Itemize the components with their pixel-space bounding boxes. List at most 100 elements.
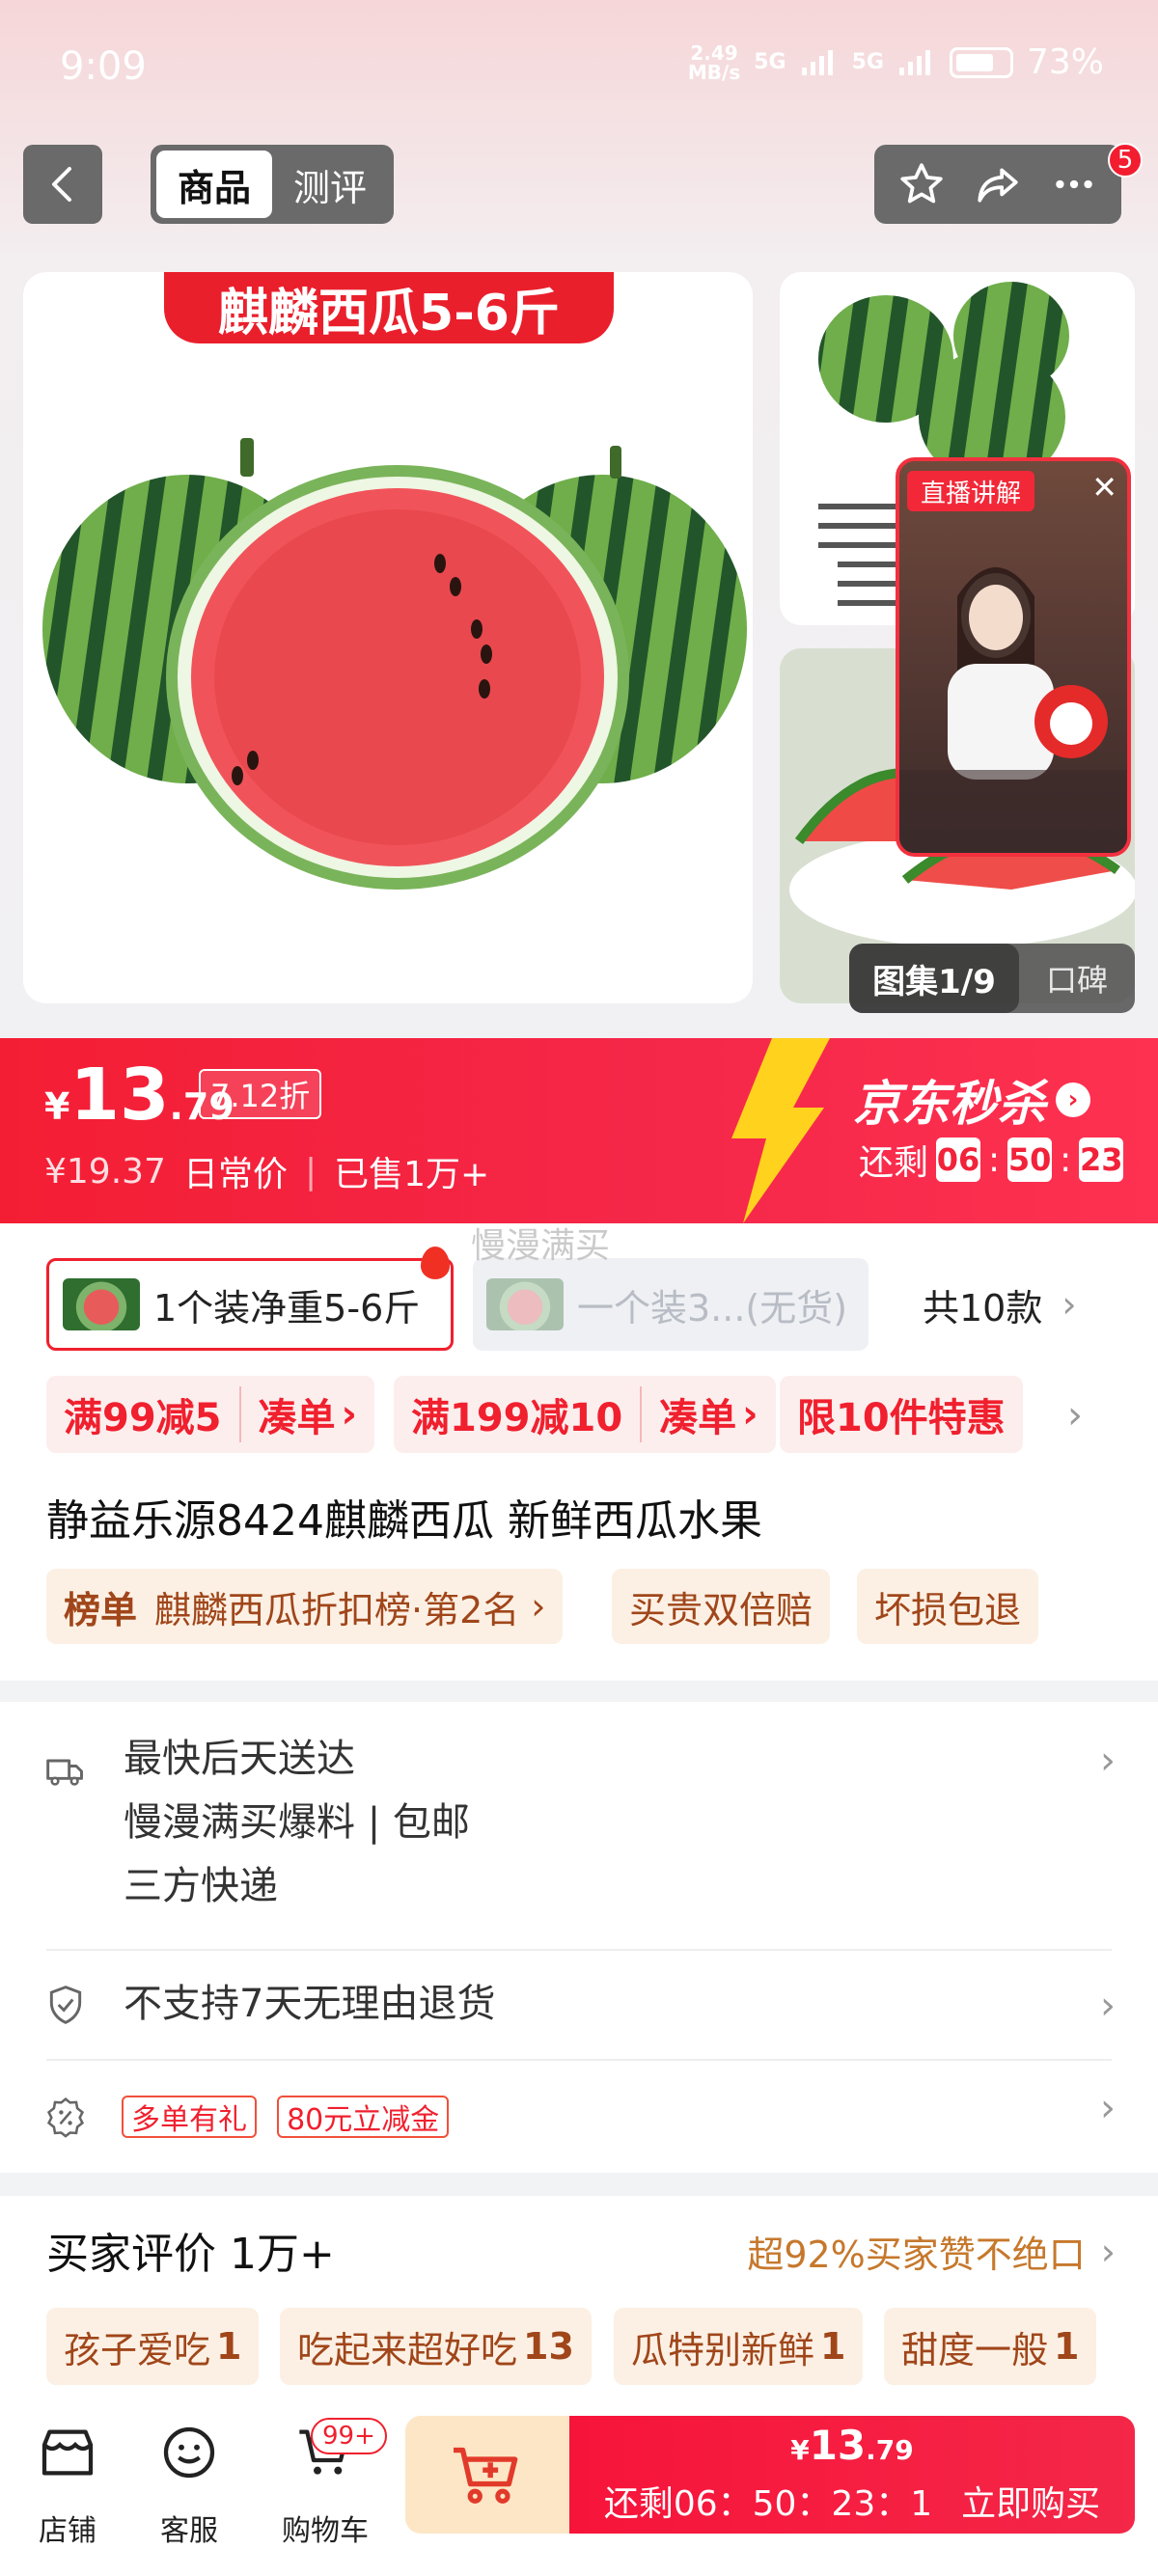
header-tabs: 商品 测评 — [151, 145, 394, 224]
coupon-row[interactable]: 多单有礼 80元立减金 › — [0, 2082, 1158, 2159]
promo-chip-1[interactable]: 满99减5 凑单 › — [46, 1376, 374, 1453]
guarantee-chip-2[interactable]: 坏损包退 — [857, 1569, 1039, 1644]
share-icon[interactable] — [974, 160, 1022, 208]
add-to-cart-button[interactable] — [405, 2416, 569, 2534]
discount-icon — [46, 2097, 85, 2138]
divider: | — [304, 1151, 317, 1192]
chevron-right-icon: › — [1062, 1283, 1077, 1326]
price-integer: 13 — [69, 1054, 170, 1137]
network-speed: 2.49 MB/s — [687, 41, 741, 84]
section-gap — [0, 1681, 1158, 1702]
buy-now-button[interactable]: ¥13.79 还剩06：50：23：1 立即购买 — [569, 2416, 1135, 2534]
price-meta: ¥19.37 日常价 | 已售1万+ — [44, 1146, 489, 1196]
ranking-chip[interactable]: 榜单 麒麟西瓜折扣榜·第2名 › — [46, 1569, 564, 1644]
tab-product[interactable]: 商品 — [156, 151, 272, 218]
chevron-right-icon: › — [341, 1392, 357, 1437]
image-counter: 图集1/9 — [849, 944, 1019, 1013]
chevron-right-icon: › — [1100, 1739, 1116, 1783]
promo-action: 凑单 — [258, 1396, 336, 1440]
product-title: 静益乐源8424麒麟西瓜 新鲜西瓜水果 — [46, 1496, 762, 1546]
chevron-right-icon[interactable]: › — [1067, 1393, 1083, 1438]
reviews-praise-link[interactable]: 超92%买家赞不绝口 › — [747, 2225, 1116, 2278]
variant-all[interactable]: 共10款 › — [888, 1258, 1110, 1351]
review-tag-count: 1 — [820, 2325, 846, 2368]
more-icon[interactable] — [1050, 160, 1098, 208]
presenter-image — [899, 567, 1127, 853]
buy-countdown: 还剩06：50：23：1 — [603, 2484, 933, 2524]
customer-service-button[interactable]: 客服 — [131, 2422, 247, 2549]
review-tag-1[interactable]: 孩子爱吃 1 — [46, 2308, 260, 2385]
ranking-label: 榜单 — [64, 1588, 138, 1631]
variant-option-2[interactable]: 一个装3...(无货) — [473, 1258, 868, 1351]
variant-label: 一个装3...(无货) — [577, 1286, 848, 1329]
service-label: 客服 — [160, 2514, 218, 2548]
truck-icon — [46, 1759, 83, 1786]
variant-option-1[interactable]: 1个装净重5-6斤 — [46, 1258, 454, 1351]
chevron-right-icon: › — [1100, 1984, 1116, 2028]
reviews-tab[interactable]: 口碑 — [1019, 956, 1135, 1000]
header-actions — [874, 145, 1121, 224]
delivery-carrier: 三方快递 — [124, 1864, 278, 1908]
star-icon[interactable] — [897, 160, 946, 208]
delivery-seller: 慢漫满买爆料 | 包邮 — [124, 1800, 470, 1845]
review-tag-text: 瓜特别新鲜 — [631, 2328, 815, 2371]
delivery-time: 最快后天送达 — [124, 1737, 355, 1781]
add-cart-icon — [454, 2447, 518, 2504]
currency-symbol: ¥ — [44, 1085, 70, 1128]
reviews-praise: 超92%买家赞不绝口 — [747, 2233, 1086, 2276]
status-time: 9:09 — [60, 44, 147, 89]
flame-icon — [421, 1247, 450, 1279]
promo-label: 满199减10 — [411, 1396, 623, 1440]
chat-face-icon — [163, 2426, 215, 2479]
promo-action: 凑单 — [659, 1396, 737, 1440]
delivery-row[interactable]: 最快后天送达 慢漫满买爆料 | 包邮 三方快递 › — [0, 1727, 1158, 1949]
coupon-tags: 多单有礼 80元立减金 — [122, 2096, 464, 2138]
lightning-icon — [731, 1038, 830, 1223]
guarantee-chip-1[interactable]: 买贵双倍赔 — [612, 1569, 831, 1644]
shop-button[interactable]: 店铺 — [10, 2422, 125, 2549]
chevron-left-icon — [52, 167, 71, 202]
variant-thumbnail — [486, 1278, 564, 1330]
cart-label: 购物车 — [282, 2514, 369, 2548]
main-product-image[interactable]: 麒麟西瓜5-6斤 — [23, 272, 753, 1003]
coupon-tag-2: 80元立减金 — [277, 2096, 450, 2138]
chevron-right-icon: › — [531, 1585, 546, 1628]
buy-price-decimal: .79 — [866, 2434, 914, 2466]
currency-symbol: ¥ — [790, 2434, 810, 2466]
variant-label: 1个装净重5-6斤 — [153, 1286, 421, 1329]
review-tag-2[interactable]: 吃起来超好吃 13 — [280, 2308, 592, 2385]
buy-label: 立即购买 — [961, 2484, 1101, 2524]
old-price-label: 日常价 — [182, 1155, 288, 1194]
live-stream-window[interactable]: 直播讲解 ✕ — [896, 457, 1131, 857]
review-tag-3[interactable]: 瓜特别新鲜 1 — [614, 2308, 864, 2385]
chevron-right-icon: › — [1100, 2230, 1116, 2273]
battery-percent: 73% — [1026, 42, 1104, 82]
review-tag-4[interactable]: 甜度一般 1 — [884, 2308, 1097, 2385]
chevron-right-icon: › — [1100, 2086, 1116, 2130]
seckill-link[interactable]: 京东秒杀 › — [853, 1065, 1090, 1135]
sold-count: 已售1万+ — [334, 1155, 490, 1194]
chevron-right-icon: › — [742, 1392, 758, 1437]
discount-badge: 7.12折 — [199, 1069, 322, 1119]
return-policy-text: 不支持7天无理由退货 — [124, 1982, 496, 2026]
variant-count: 共10款 — [923, 1286, 1043, 1329]
cart-count-badge: 99+ — [311, 2418, 387, 2454]
message-badge: 5 — [1108, 143, 1143, 178]
shield-icon — [49, 1986, 82, 2024]
promo-chip-2[interactable]: 满199减10 凑单 › — [394, 1376, 776, 1453]
promo-chip-3[interactable]: 限10件特惠 — [780, 1376, 1023, 1453]
gallery-counter[interactable]: 图集1/9 口碑 — [849, 944, 1135, 1013]
tab-review[interactable]: 测评 — [272, 151, 388, 218]
promo-label: 限10件特惠 — [797, 1396, 1006, 1440]
return-policy-row[interactable]: 不支持7天无理由退货 › — [0, 1972, 1158, 2059]
countdown-minutes: 50 — [1007, 1137, 1053, 1182]
back-button[interactable] — [23, 145, 102, 224]
product-page: 9:09 2.49 MB/s 5G 5G 73% 商品 测评 5 麒麟西瓜5-6斤 — [0, 0, 1158, 2576]
shop-icon — [41, 2429, 94, 2476]
ranking-text: 麒麟西瓜折扣榜·第2名 — [154, 1588, 520, 1631]
signal-5g-2: 5G — [851, 50, 884, 74]
signal-bars-icon — [898, 49, 930, 75]
reviews-title[interactable]: 买家评价 1万+ — [46, 2219, 335, 2281]
seckill-label: 京东秒杀 — [853, 1076, 1046, 1132]
watermelon-image — [42, 438, 747, 890]
